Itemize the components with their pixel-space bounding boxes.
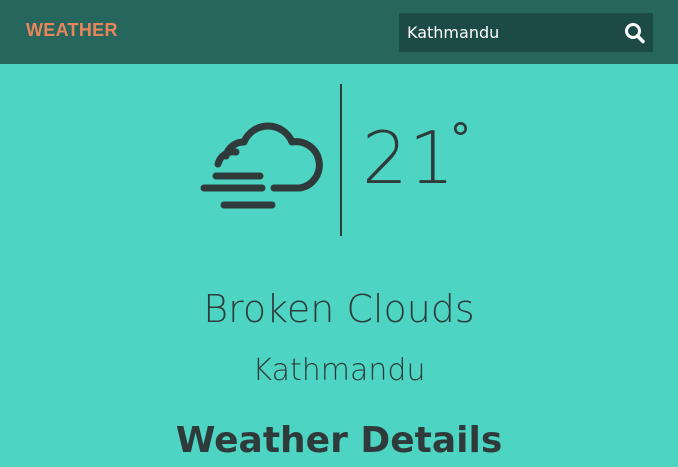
navbar: WEATHER <box>0 0 678 64</box>
weather-description: Broken Clouds <box>203 287 475 331</box>
brand-logo[interactable]: WEATHER <box>26 20 118 41</box>
temperature-value: 21 <box>362 116 456 200</box>
search-button[interactable] <box>617 13 653 52</box>
search-bar <box>399 13 653 52</box>
degree-symbol: ° <box>450 114 471 163</box>
divider <box>340 84 342 236</box>
city-name: Kathmandu <box>252 353 426 388</box>
cloud-fog-icon <box>200 122 323 209</box>
search-icon <box>625 23 645 44</box>
weather-details-heading: Weather Details <box>175 420 503 461</box>
search-input[interactable] <box>399 13 614 52</box>
